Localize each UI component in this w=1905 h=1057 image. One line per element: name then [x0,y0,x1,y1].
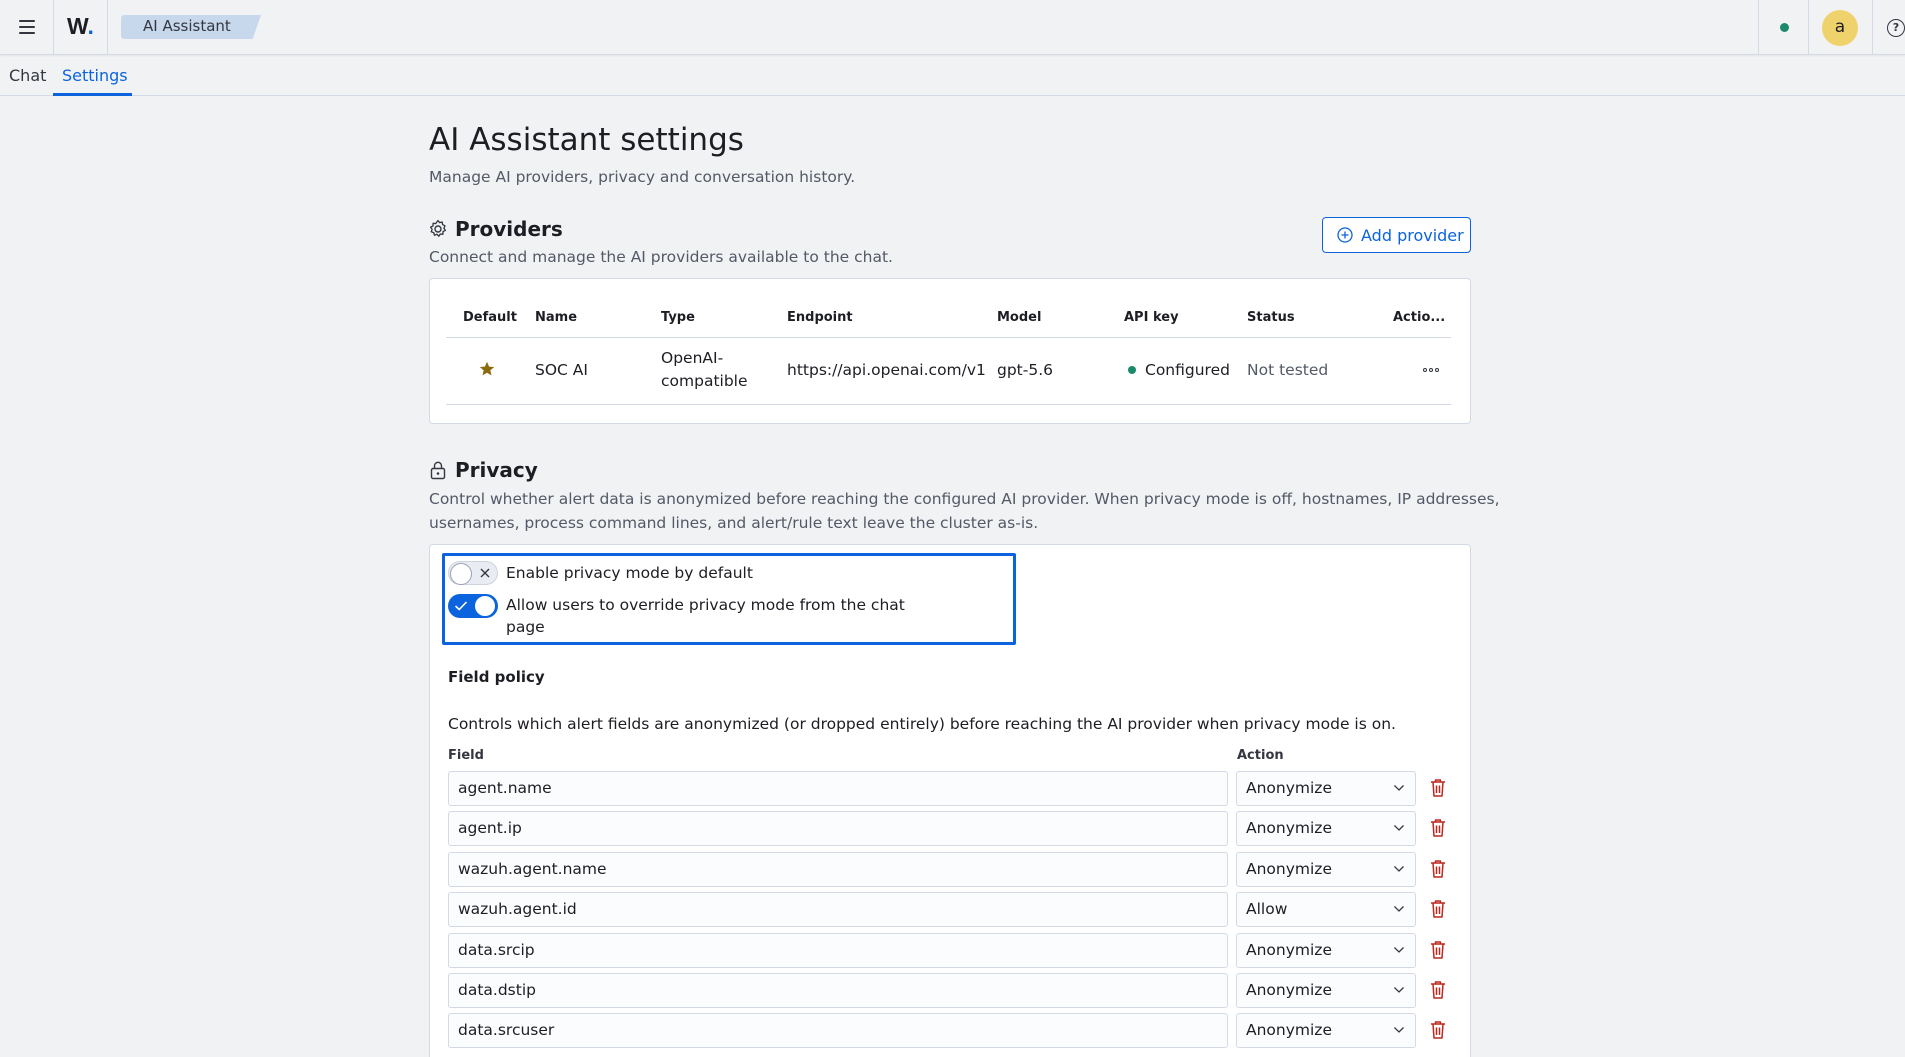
avatar[interactable]: a [1822,10,1858,46]
check-icon [454,601,468,611]
table-row-divider [446,404,1451,405]
field-input[interactable]: wazuh.agent.id [448,892,1228,927]
tab-settings[interactable]: Settings [62,66,128,85]
gear-icon [429,219,447,237]
providers-title: Providers [455,217,563,241]
chevron-down-icon [1394,785,1404,791]
field-input[interactable]: wazuh.agent.name [448,852,1228,887]
header-divider [1758,0,1759,55]
header-divider [53,0,54,55]
privacy-title: Privacy [455,458,538,482]
provider-name: SOC AI [535,361,588,379]
tab-bar: Chat Settings [0,56,1905,96]
providers-panel [429,278,1471,424]
trash-icon[interactable] [1428,817,1448,839]
provider-status: Not tested [1247,361,1329,379]
tab-chat[interactable]: Chat [9,66,46,85]
action-select-value: Anonymize [1246,1021,1332,1039]
row-actions-button[interactable] [1420,360,1442,380]
privacy-description-line1: Control whether alert data is anonymized… [429,490,1500,508]
field-column-label: Field [448,748,484,763]
column-header-status: Status [1247,310,1295,325]
breadcrumb[interactable]: AI Assistant [121,15,261,39]
chevron-down-icon [1394,987,1404,993]
page-subtitle: Manage AI providers, privacy and convers… [429,168,856,186]
chevron-down-icon [1394,1027,1404,1033]
action-select-value: Anonymize [1246,860,1332,878]
privacy-mode-default-switch[interactable] [448,561,498,585]
trash-icon[interactable] [1428,939,1448,961]
field-policy-description: Controls which alert fields are anonymiz… [448,715,1396,733]
action-select[interactable]: Anonymize [1236,811,1416,846]
chevron-down-icon [1394,906,1404,912]
action-select[interactable]: Anonymize [1236,1013,1416,1048]
column-header-endpoint: Endpoint [787,310,853,325]
action-select[interactable]: Anonymize [1236,771,1416,806]
page-title: AI Assistant settings [429,122,744,158]
top-header: W. AI Assistant a ? [0,0,1905,55]
column-header-name: Name [535,310,578,325]
active-tab-indicator [53,93,132,96]
action-select[interactable]: Anonymize [1236,852,1416,887]
trash-icon[interactable] [1428,1019,1448,1041]
header-divider [1872,0,1873,55]
plus-circle-icon [1337,227,1353,243]
app-logo[interactable]: W. [67,13,94,40]
provider-model: gpt-5.6 [997,361,1053,379]
privacy-description-line2: usernames, process command lines, and al… [429,514,1039,532]
help-icon[interactable]: ? [1887,19,1905,37]
provider-api-key: Configured [1145,361,1230,379]
trash-icon[interactable] [1428,979,1448,1001]
add-provider-label: Add provider [1361,225,1464,245]
close-icon [480,568,490,578]
field-policy-title: Field policy [448,668,545,686]
menu-icon[interactable] [12,15,42,39]
api-key-status-dot [1128,366,1136,374]
star-icon[interactable] [478,360,496,378]
column-header-default: Default [463,310,517,325]
action-select-value: Anonymize [1246,981,1332,999]
chevron-down-icon [1394,866,1404,872]
action-select[interactable]: Anonymize [1236,973,1416,1008]
add-provider-button[interactable]: Add provider [1322,217,1471,253]
action-select-value: Anonymize [1246,779,1332,797]
provider-type-line2: compatible [661,372,748,390]
provider-type-line1: OpenAI- [661,349,724,367]
column-header-actions: Actio... [1393,310,1446,325]
header-divider [1808,0,1809,55]
table-header-divider [446,337,1451,338]
status-indicator[interactable] [1780,23,1789,32]
action-column-label: Action [1237,748,1284,763]
action-select-value: Anonymize [1246,941,1332,959]
allow-override-label-line2: page [506,618,545,636]
lock-icon [430,461,446,480]
field-input[interactable]: agent.ip [448,811,1228,846]
field-input[interactable]: data.srcip [448,933,1228,968]
providers-description: Connect and manage the AI providers avai… [429,248,893,266]
trash-icon[interactable] [1428,777,1448,799]
field-input[interactable]: agent.name [448,771,1228,806]
action-select[interactable]: Anonymize [1236,933,1416,968]
trash-icon[interactable] [1428,858,1448,880]
action-select-value: Anonymize [1246,819,1332,837]
action-select[interactable]: Allow [1236,892,1416,927]
column-header-api-key: API key [1124,310,1179,325]
field-input[interactable]: data.srcuser [448,1013,1228,1048]
allow-override-switch[interactable] [448,594,498,618]
field-input[interactable]: data.dstip [448,973,1228,1008]
allow-override-label-line1: Allow users to override privacy mode fro… [506,596,905,614]
trash-icon[interactable] [1428,898,1448,920]
provider-endpoint: https://api.openai.com/v1 [787,361,986,379]
header-divider [107,0,108,55]
action-select-value: Allow [1246,900,1288,918]
privacy-mode-default-label: Enable privacy mode by default [506,564,753,582]
column-header-model: Model [997,310,1042,325]
column-header-type: Type [661,310,695,325]
chevron-down-icon [1394,825,1404,831]
chevron-down-icon [1394,947,1404,953]
